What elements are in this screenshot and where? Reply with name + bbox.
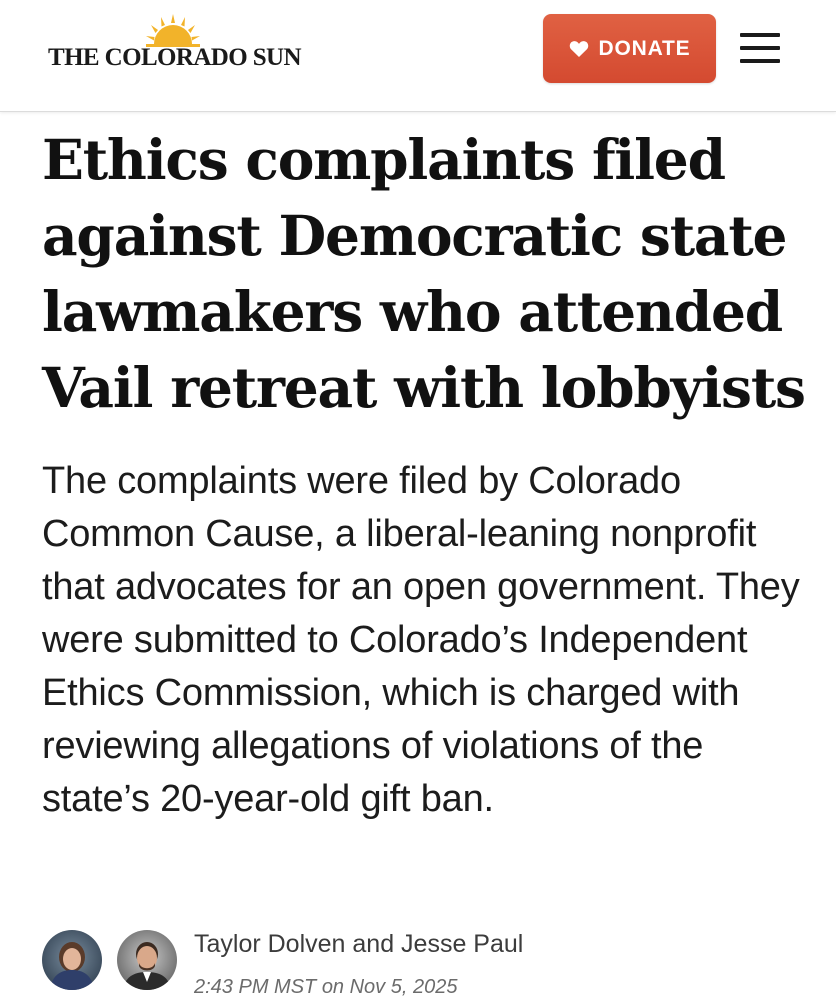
donate-label: DONATE (598, 36, 691, 60)
article-headline: Ethics complaints filed against Democrat… (42, 127, 806, 420)
hamburger-menu-icon[interactable] (735, 28, 785, 70)
menu-bar (740, 59, 780, 63)
site-header: THE COLORADO SUN DONATE (0, 0, 836, 112)
sun-icon (146, 14, 200, 47)
site-logo[interactable]: THE COLORADO SUN (48, 14, 308, 74)
site-name: THE COLORADO SUN (48, 44, 302, 71)
heart-icon (569, 40, 588, 57)
menu-bar (740, 33, 780, 37)
author-avatar[interactable] (42, 930, 102, 990)
article-dek: The complaints were filed by Colorado Co… (42, 460, 800, 820)
author-avatar[interactable] (117, 930, 177, 990)
byline-authors[interactable]: Taylor Dolven and Jesse Paul (194, 930, 523, 959)
menu-bar (740, 46, 780, 50)
donate-button[interactable]: DONATE (543, 14, 716, 83)
byline-timestamp: 2:43 PM MST on Nov 5, 2025 (194, 976, 458, 998)
author-photo-icon (50, 942, 94, 990)
author-photo-icon (123, 942, 171, 990)
